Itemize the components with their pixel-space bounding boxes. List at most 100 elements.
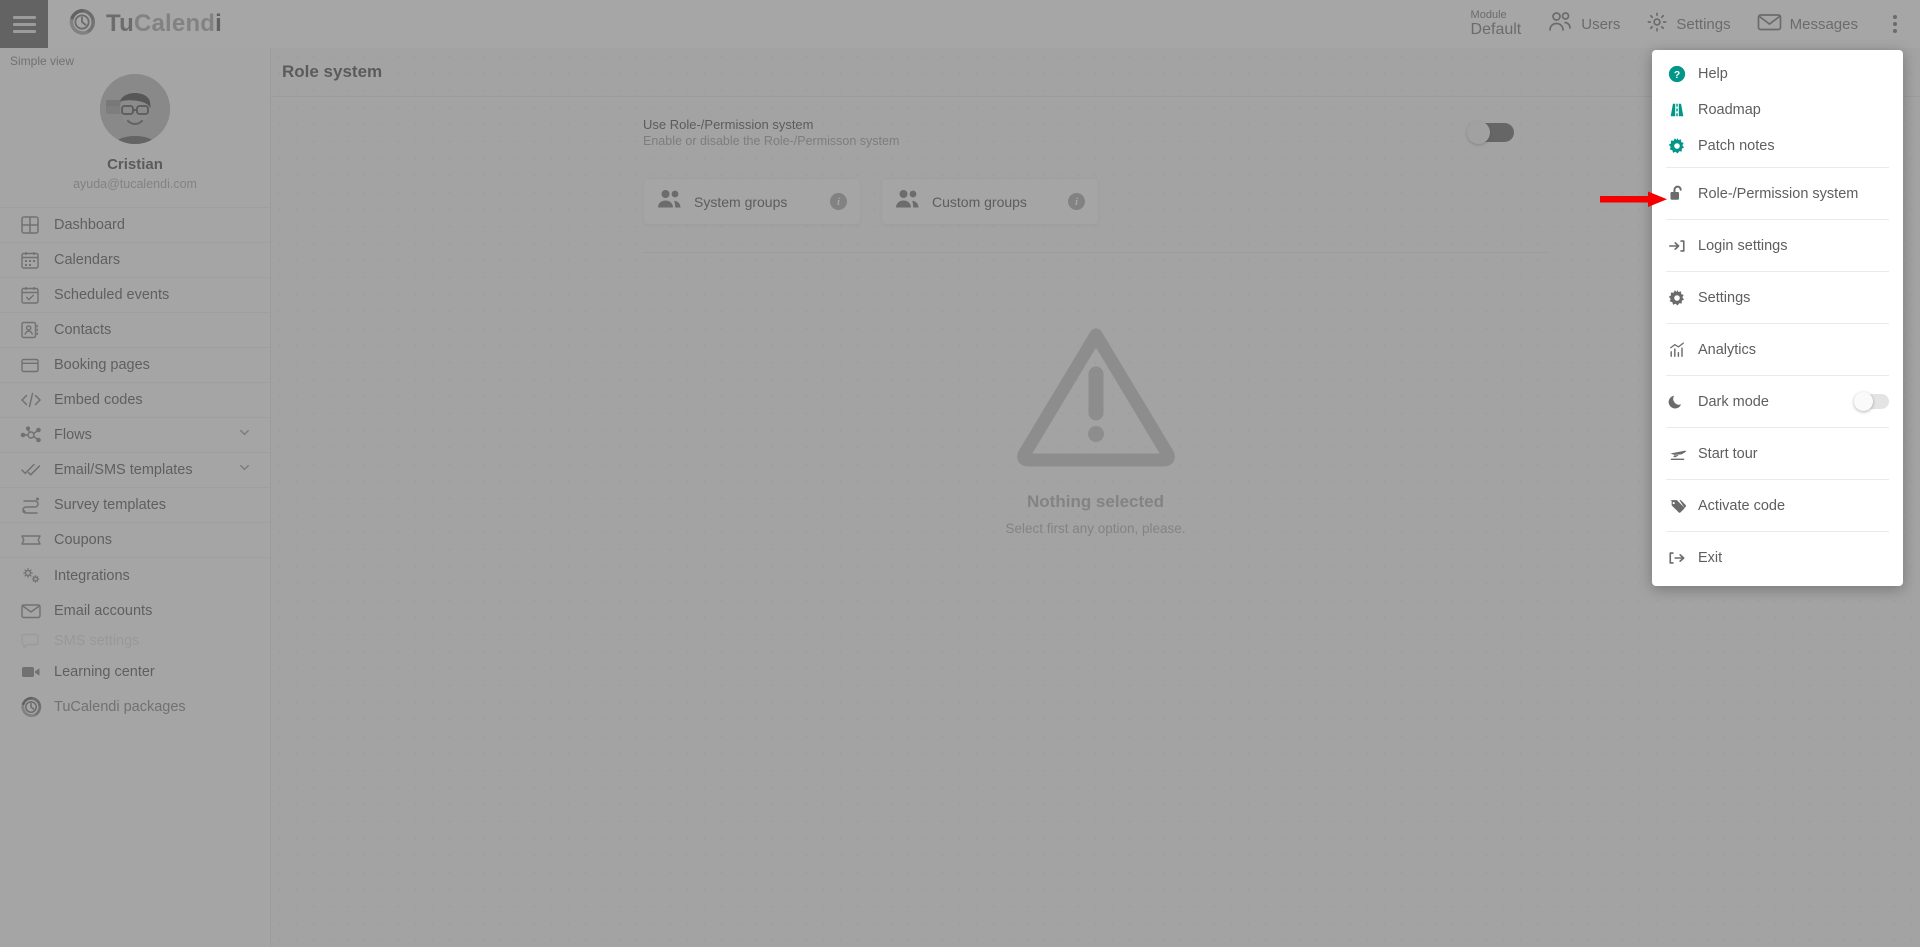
info-icon[interactable]: i <box>1068 193 1085 210</box>
unlock-icon <box>1668 184 1698 203</box>
header-item-label: Settings <box>1676 15 1731 33</box>
sidebar-item-dashboard[interactable]: Dashboard <box>0 208 270 243</box>
system-groups-card[interactable]: System groups i <box>643 178 861 225</box>
app-logo[interactable]: TuCalendi <box>68 8 222 41</box>
video-camera-icon <box>20 663 50 681</box>
hamburger-menu-icon[interactable] <box>0 0 48 48</box>
sidebar-item-coupons[interactable]: Coupons <box>0 523 270 558</box>
sidebar-item-label: Calendars <box>54 252 121 268</box>
top-header: TuCalendi Module Default Users Settings … <box>0 0 1920 48</box>
sidebar-item-learning-center[interactable]: Learning center <box>0 654 270 689</box>
chevron-down-icon[interactable] <box>237 425 252 445</box>
sidebar-item-embed-codes[interactable]: Embed codes <box>0 383 270 418</box>
menu-item-label: Help <box>1698 66 1728 82</box>
sidebar-item-calendars[interactable]: Calendars <box>0 243 270 278</box>
menu-item-patch-notes[interactable]: Patch notes <box>1652 128 1903 164</box>
empty-state-title: Nothing selected <box>1027 492 1164 511</box>
header-item-settings[interactable]: Settings <box>1646 11 1731 37</box>
menu-divider <box>1666 323 1889 324</box>
sidebar-item-label: Dashboard <box>54 217 125 233</box>
code-brackets-icon <box>20 390 50 410</box>
chevron-down-icon[interactable] <box>237 460 252 480</box>
help-circle-icon: ? <box>1668 65 1698 83</box>
card-label: System groups <box>694 193 788 210</box>
menu-item-label: Roadmap <box>1698 102 1761 118</box>
tucalendi-clock-logo-icon <box>20 696 50 718</box>
sidebar-item-sms-settings[interactable]: SMS settings <box>0 628 270 654</box>
sidebar-item-label: Learning center <box>54 663 155 680</box>
survey-arrows-icon <box>20 495 50 515</box>
sidebar-item-label: Booking pages <box>54 357 150 373</box>
menu-divider <box>1666 479 1889 480</box>
toggle-knob <box>1467 121 1490 144</box>
gear-icon <box>1668 289 1698 307</box>
menu-item-activate-code[interactable]: Activate code <box>1652 483 1903 528</box>
header-item-users[interactable]: Users <box>1547 11 1620 37</box>
sidebar-item-label: Embed codes <box>54 392 143 408</box>
sidebar-item-contacts[interactable]: Contacts <box>0 313 270 348</box>
sidebar-item-label: Flows <box>54 427 92 443</box>
users-group-icon <box>895 188 921 215</box>
sidebar-item-integrations[interactable]: Integrations <box>0 558 270 593</box>
envelope-icon <box>20 602 50 620</box>
double-check-icon <box>20 460 50 480</box>
coupon-ticket-icon <box>20 530 50 550</box>
toggle-row-subtitle: Enable or disable the Role-/Permisson sy… <box>643 134 900 148</box>
custom-groups-card[interactable]: Custom groups i <box>881 178 1099 225</box>
vertical-dots-icon[interactable] <box>1884 9 1906 39</box>
card-label: Custom groups <box>932 193 1027 210</box>
sidebar-item-scheduled-events[interactable]: Scheduled events <box>0 278 270 313</box>
sidebar-item-tucalendi-packages[interactable]: TuCalendi packages <box>0 689 270 724</box>
menu-divider <box>1666 531 1889 532</box>
menu-item-label: Start tour <box>1698 445 1758 462</box>
analytics-chart-icon <box>1668 341 1698 359</box>
menu-item-label: Dark mode <box>1698 393 1769 410</box>
role-permission-system-toggle[interactable] <box>1467 121 1514 144</box>
module-value: Default <box>1470 21 1522 39</box>
menu-item-analytics[interactable]: Analytics <box>1652 327 1903 372</box>
empty-state-subtitle: Select first any option, please. <box>1005 521 1186 536</box>
sidebar-item-survey-templates[interactable]: Survey templates <box>0 488 270 523</box>
tag-icon <box>1668 497 1698 515</box>
sidebar-item-email-accounts[interactable]: Email accounts <box>0 593 270 628</box>
avatar[interactable] <box>100 74 170 144</box>
calendar-check-icon <box>20 285 50 305</box>
info-icon[interactable]: i <box>830 193 847 210</box>
app-root: TuCalendi Module Default Users Settings … <box>0 0 1920 947</box>
gear-icon <box>1668 137 1698 155</box>
warning-triangle-icon <box>1015 321 1177 472</box>
sidebar-nav: Dashboard Calendars Scheduled events Con… <box>0 207 270 724</box>
toggle-knob <box>1854 392 1873 411</box>
red-arrow-annotation <box>1600 189 1668 214</box>
envelope-icon <box>1757 12 1782 36</box>
header-overflow-menu: ? Help Roadmap Patch notes Role-/Permiss… <box>1652 50 1903 586</box>
dark-mode-toggle[interactable] <box>1854 392 1889 411</box>
menu-item-settings[interactable]: Settings <box>1652 275 1903 320</box>
sidebar-item-label: Scheduled events <box>54 287 170 303</box>
users-icon <box>1547 11 1573 37</box>
simple-view-link[interactable]: Simple view <box>0 48 270 68</box>
menu-item-help[interactable]: ? Help <box>1652 56 1903 92</box>
menu-item-exit[interactable]: Exit <box>1652 535 1903 580</box>
sidebar: Simple view Cristian ayuda@tucalendi.com <box>0 48 271 947</box>
sidebar-item-flows[interactable]: Flows <box>0 418 270 453</box>
profile-email: ayuda@tucalendi.com <box>73 177 197 191</box>
sidebar-item-label: Coupons <box>54 532 113 548</box>
contact-card-icon <box>20 320 50 340</box>
sidebar-item-email-sms-templates[interactable]: Email/SMS templates <box>0 453 270 488</box>
header-item-label: Messages <box>1789 15 1858 33</box>
calendar-icon <box>20 250 50 270</box>
menu-item-start-tour[interactable]: Start tour <box>1652 431 1903 476</box>
header-item-messages[interactable]: Messages <box>1757 12 1858 36</box>
menu-item-dark-mode[interactable]: Dark mode <box>1652 379 1903 424</box>
sidebar-item-booking-pages[interactable]: Booking pages <box>0 348 270 383</box>
menu-item-role-permission-system[interactable]: Role-/Permission system <box>1652 171 1903 216</box>
airplane-icon <box>1668 445 1698 463</box>
menu-divider <box>1666 375 1889 376</box>
logo-text: TuCalendi <box>106 10 223 37</box>
module-indicator[interactable]: Module Default <box>1471 9 1522 39</box>
menu-item-roadmap[interactable]: Roadmap <box>1652 92 1903 128</box>
menu-item-login-settings[interactable]: Login settings <box>1652 223 1903 268</box>
header-item-label: Users <box>1581 15 1621 33</box>
menu-divider <box>1666 219 1889 220</box>
